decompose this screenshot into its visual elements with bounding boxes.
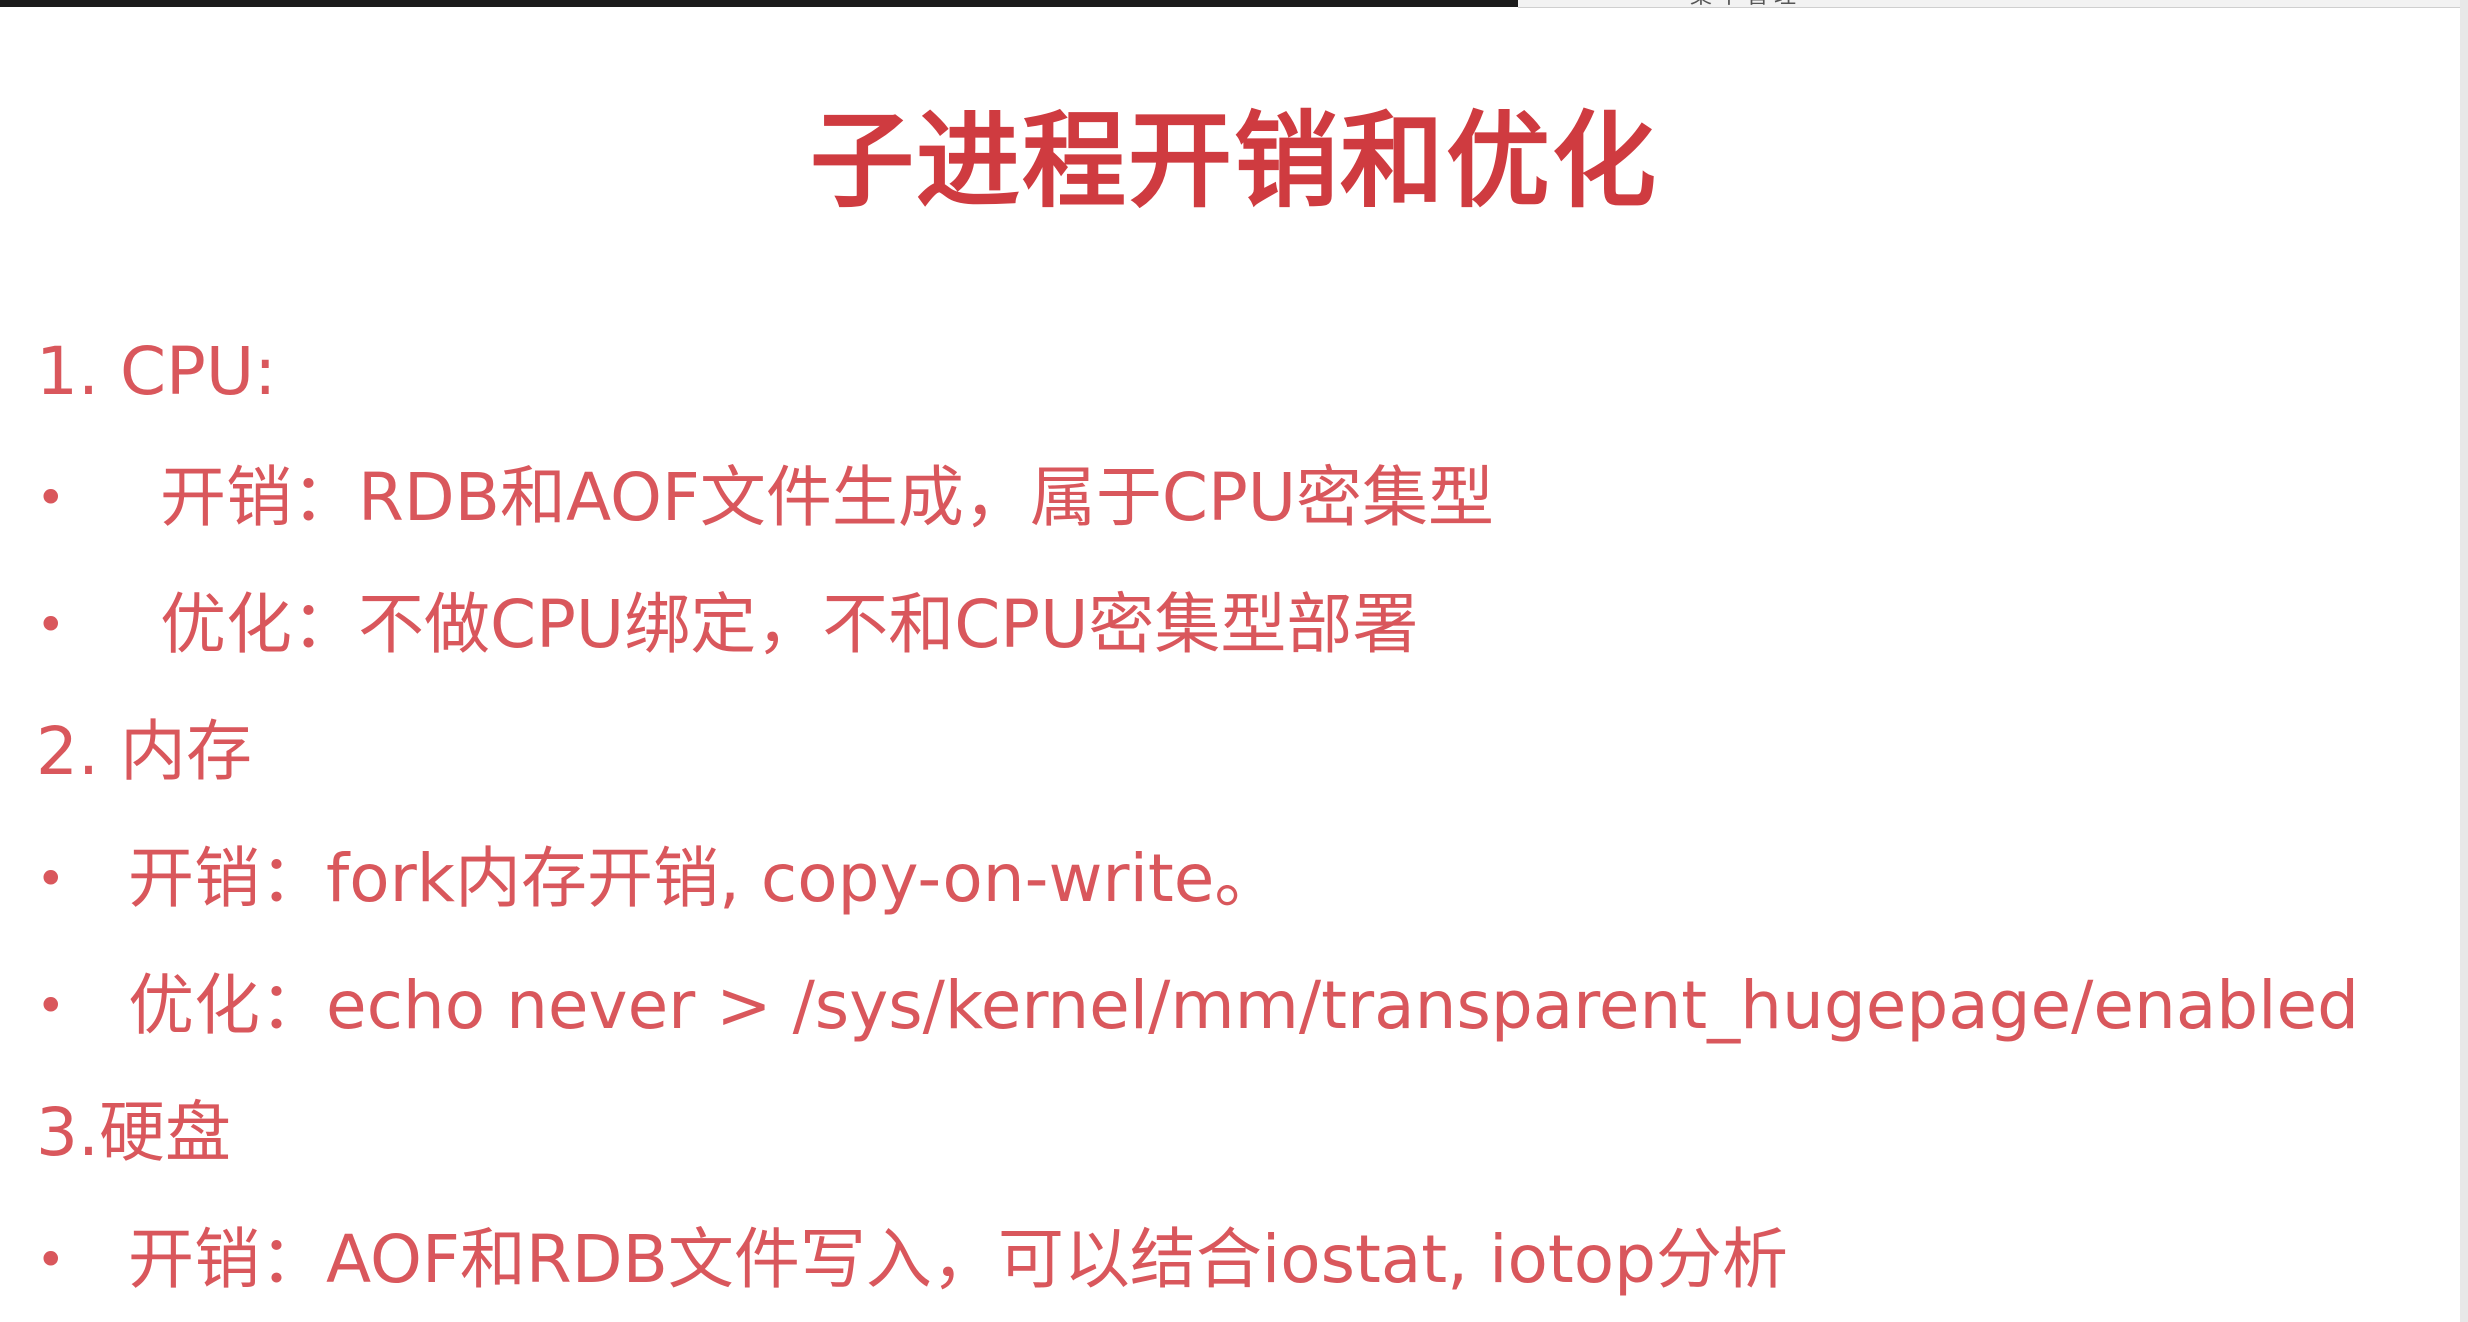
bullet-item-text: 开销：RDB和AOF文件生成，属于CPU密集型 (160, 459, 1495, 536)
section-heading-memory: 2. 内存 (36, 713, 252, 790)
bullet-item-text: 优化：echo never > /sys/kernel/mm/transpare… (128, 967, 2360, 1044)
bullet-dot: • (36, 596, 66, 654)
bullet-dot: • (36, 850, 66, 908)
top-cropped-text: 集中管理 (1690, 0, 1802, 8)
top-dark-bar (0, 0, 1518, 7)
bullet-item-text: 优化：不做CPU绑定，不和CPU密集型部署 (160, 586, 1419, 663)
section-heading-cpu: 1. CPU: (36, 333, 277, 410)
top-light-bar (1518, 0, 2468, 8)
bullet-dot: • (36, 1231, 66, 1289)
bullet-item-text: 开销：AOF和RDB文件写入，可以结合iostat, iotop分析 (128, 1221, 1788, 1298)
bullet-dot: • (36, 977, 66, 1035)
bullet-item-text: 开销：fork内存开销, copy-on-write。 (128, 840, 1281, 917)
bullet-dot: • (36, 469, 66, 527)
slide-title: 子进程开销和优化 (809, 100, 1658, 222)
section-heading-disk: 3.硬盘 (36, 1094, 231, 1171)
